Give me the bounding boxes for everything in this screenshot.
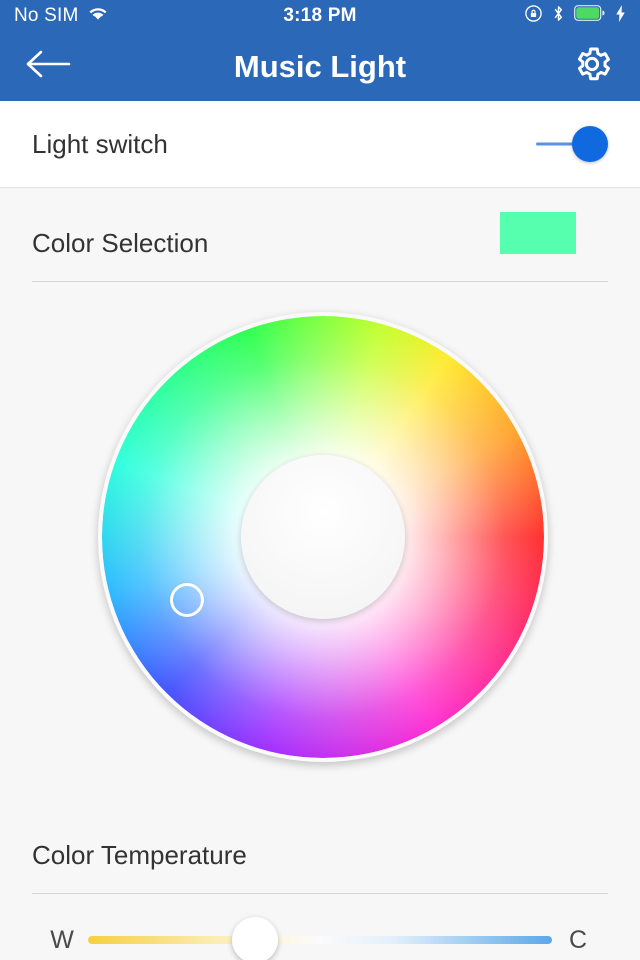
color-temperature-track[interactable] [88,936,552,944]
back-button[interactable] [22,41,74,93]
settings-button[interactable] [566,41,618,93]
bluetooth-icon [552,4,565,29]
color-temperature-slider[interactable]: W C [0,912,640,960]
music-light-screen: No SIM 3:18 PM Music Light Light switch … [0,0,640,960]
color-selection-label: Color Selection [32,228,209,258]
current-color-swatch[interactable] [500,212,576,254]
nav-bar: Music Light [0,32,640,101]
color-wheel-cursor[interactable] [170,583,205,617]
wifi-icon [88,5,108,27]
cool-label: C [568,925,588,954]
color-temperature-knob[interactable] [232,917,279,960]
light-switch-row: Light switch [0,101,640,188]
color-wheel-center-hole [241,455,405,619]
toggle-knob[interactable] [572,126,608,162]
color-selection-divider [32,281,608,282]
status-bar-right [524,4,626,29]
carrier-label: No SIM [14,5,79,26]
charging-bolt-icon [615,4,626,28]
page-title: Music Light [233,48,407,84]
rotation-lock-icon [524,4,543,29]
color-temperature-label: Color Temperature [32,840,247,870]
battery-icon [574,5,606,27]
light-switch-label: Light switch [32,128,168,159]
light-switch-toggle[interactable] [536,125,608,163]
color-temperature-header: Color Temperature [0,840,640,894]
gear-icon [571,43,613,90]
color-selection-header: Color Selection [0,212,640,282]
status-bar-left: No SIM [14,5,108,27]
status-bar: No SIM 3:18 PM [0,0,640,32]
back-arrow-icon [25,47,71,86]
color-temperature-divider [32,893,608,894]
color-temperature-track-area[interactable] [88,912,552,960]
warm-label: W [50,925,74,954]
color-wheel[interactable] [98,312,548,762]
